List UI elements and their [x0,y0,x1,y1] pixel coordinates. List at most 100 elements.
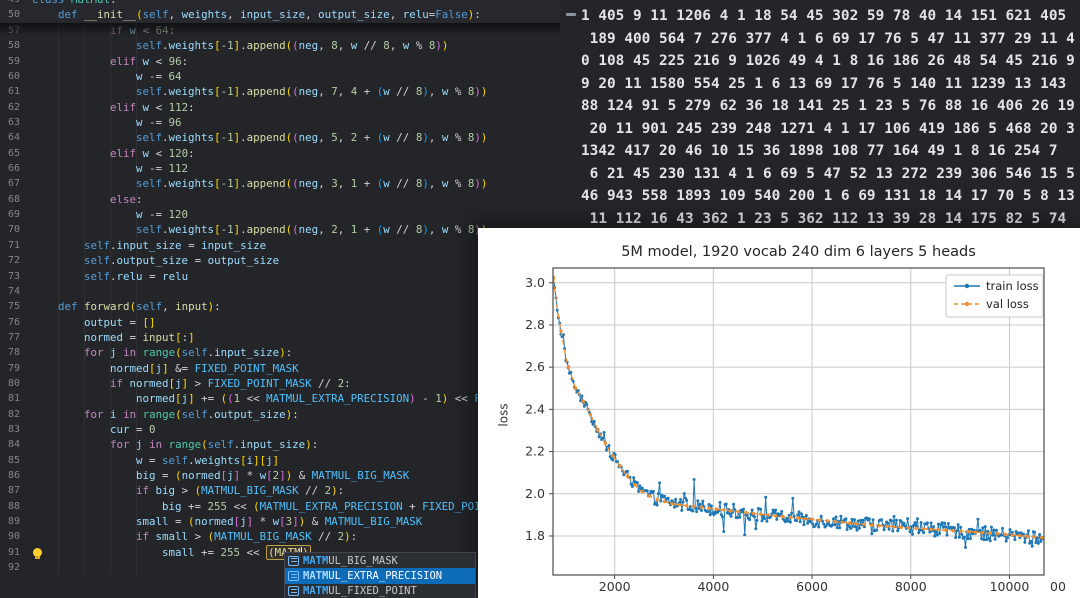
code-text: if normed[j] > FIXED_POINT_MASK // 2: [32,376,351,391]
code-text: else: [32,192,143,207]
line-number[interactable]: 79 [0,361,20,376]
line-number[interactable]: 75 [0,299,20,314]
svg-text:2.8: 2.8 [525,317,545,332]
svg-text:6000: 6000 [796,579,828,594]
line-number[interactable]: 82 [0,407,20,422]
code-line[interactable]: 50 def __init__(self, weights, input_siz… [0,7,560,22]
code-text: self.weights[-1].append((neg, 3, 1 + (w … [32,176,487,191]
line-number[interactable]: 89 [0,514,20,529]
line-number[interactable]: 73 [0,269,20,284]
code-text: big = (normed[j] * w[2]) & MATMUL_BIG_MA… [32,468,409,483]
suggest-widget[interactable]: MATMUL_BIG_MASKMATMUL_EXTRA_PRECISIONMAT… [284,552,476,598]
code-line[interactable]: 66 w -= 112 [0,161,580,176]
code-text: for j in range(self.input_size): [32,345,292,360]
svg-text:val loss: val loss [986,297,1029,311]
code-text: elif w < 96: [32,54,188,69]
terminal-row: 46 943 558 1893 109 540 200 1 6 69 131 1… [581,185,1080,208]
partial-x-tick-label: 00 [1050,579,1066,594]
terminal-row: 1 405 9 11 1206 4 1 18 54 45 302 59 78 4… [581,5,1080,28]
code-line[interactable]: 65 elif w < 120: [0,146,580,161]
legend: train lossval loss [946,275,1043,317]
svg-text:2.0: 2.0 [525,486,545,501]
code-text: w = self.weights[i][j] [32,453,279,468]
line-number[interactable]: 70 [0,222,20,237]
line-number[interactable]: 81 [0,391,20,406]
y-axis-label: loss [497,403,511,426]
line-number[interactable]: 83 [0,422,20,437]
code-line[interactable]: 64 self.weights[-1].append((neg, 5, 2 + … [0,130,580,145]
line-number[interactable]: 65 [0,146,20,161]
code-text: normed[j] &= FIXED_POINT_MASK [32,361,299,376]
line-number[interactable]: 77 [0,330,20,345]
line-number[interactable]: 78 [0,345,20,360]
code-line[interactable]: 57 if w < 64: [0,23,580,38]
code-line[interactable]: 62 elif w < 112: [0,100,580,115]
code-line[interactable]: 68 else: [0,192,580,207]
code-text: def forward(self, input): [32,299,221,314]
line-number[interactable]: 50 [0,7,20,22]
svg-text:1.8: 1.8 [525,528,545,543]
code-line[interactable]: 63 w -= 96 [0,115,580,130]
terminal-row: 189 400 564 7 276 377 4 1 6 69 17 76 5 4… [581,28,1080,51]
svg-text:2.6: 2.6 [525,359,545,374]
line-number[interactable]: 57 [0,23,20,38]
suggest-item[interactable]: MATMUL_BIG_MASK [285,553,475,568]
suggest-item[interactable]: MATMUL_EXTRA_PRECISION [285,568,475,583]
line-number[interactable]: 74 [0,284,20,299]
code-text: big += 255 << (MATMUL_EXTRA_PRECISION + … [32,499,526,514]
line-number[interactable]: 87 [0,483,20,498]
code-text: self.input_size = input_size [32,238,266,253]
code-line[interactable]: 49 class MatMul: [0,0,560,7]
code-text: w -= 64 [32,69,182,84]
line-number[interactable]: 49 [0,0,20,7]
code-text: self.output_size = output_size [32,253,279,268]
code-text: if big > (MATMUL_BIG_MASK // 2): [32,483,344,498]
code-line[interactable]: 67 self.weights[-1].append((neg, 3, 1 + … [0,176,580,191]
code-text: small += 255 << (MATM) [32,545,311,560]
line-number[interactable]: 62 [0,100,20,115]
line-number[interactable]: 72 [0,253,20,268]
partial-glyph [566,13,576,16]
constant-icon [288,571,299,581]
line-number[interactable]: 68 [0,192,20,207]
line-number[interactable]: 80 [0,376,20,391]
sticky-scroll-header[interactable]: 49 class MatMul:50 def __init__(self, wei… [0,0,560,23]
code-line[interactable]: 59 elif w < 96: [0,54,580,69]
code-line[interactable]: 69 w -= 120 [0,207,580,222]
line-number[interactable]: 69 [0,207,20,222]
line-number[interactable]: 92 [0,560,20,575]
code-line[interactable]: 60 w -= 64 [0,69,580,84]
line-number[interactable]: 91 [0,545,20,560]
terminal-row: 9 20 11 1580 554 25 1 6 13 69 17 76 5 14… [581,73,1080,96]
terminal-row: 20 11 901 245 239 248 1271 4 1 17 106 41… [581,118,1080,141]
code-text: small = (normed[j] * w[3]) & MATMUL_BIG_… [32,514,422,529]
svg-text:2.2: 2.2 [525,444,545,459]
code-text: self.weights[-1].append((neg, 2, 1 + (w … [32,222,487,237]
code-text: normed = input[:] [32,330,195,345]
suggest-item[interactable]: MATMUL_FIXED_POINT [285,584,475,598]
line-number[interactable]: 84 [0,437,20,452]
code-text: cur = 0 [32,422,156,437]
svg-text:2000: 2000 [599,579,631,594]
line-number[interactable]: 76 [0,315,20,330]
line-number[interactable]: 85 [0,453,20,468]
code-line[interactable]: 58 self.weights[-1].append((neg, 8, w //… [0,38,580,53]
line-number[interactable]: 58 [0,38,20,53]
line-number[interactable]: 90 [0,529,20,544]
code-text: for i in range(self.output_size): [32,407,299,422]
line-number[interactable]: 63 [0,115,20,130]
line-number[interactable]: 64 [0,130,20,145]
line-number[interactable]: 66 [0,161,20,176]
svg-text:2.4: 2.4 [525,401,545,416]
line-number[interactable]: 61 [0,84,20,99]
line-number[interactable]: 71 [0,238,20,253]
line-number[interactable]: 86 [0,468,20,483]
code-line[interactable]: 61 self.weights[-1].append((neg, 7, 4 + … [0,84,580,99]
svg-text:8000: 8000 [895,579,927,594]
line-number[interactable]: 88 [0,499,20,514]
code-text: class MatMul: [32,0,117,7]
line-number[interactable]: 67 [0,176,20,191]
line-number[interactable]: 60 [0,69,20,84]
svg-text:10000: 10000 [990,579,1030,594]
line-number[interactable]: 59 [0,54,20,69]
